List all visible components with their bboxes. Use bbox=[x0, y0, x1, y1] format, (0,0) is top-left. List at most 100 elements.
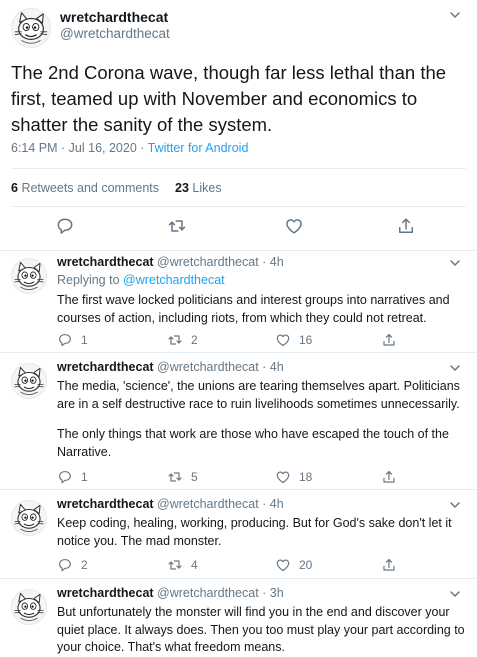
heart-icon bbox=[275, 469, 291, 485]
like-button[interactable]: 16 bbox=[275, 332, 312, 348]
comment-button[interactable]: 2 bbox=[57, 557, 88, 573]
main-tweet: wretchardthecat @wretchardthecat The 2nd… bbox=[0, 0, 477, 251]
chevron-down-icon[interactable] bbox=[449, 257, 461, 269]
chevron-down-icon[interactable] bbox=[449, 588, 461, 600]
retweet-count: 4 bbox=[191, 558, 198, 572]
retweet-button[interactable]: 5 bbox=[167, 469, 198, 485]
reply-header: wretchardthecat @wretchardthecat · 3h bbox=[57, 586, 284, 600]
avatar[interactable] bbox=[11, 258, 47, 294]
reply-actions: 1 2 16 bbox=[57, 332, 477, 348]
chevron-down-icon[interactable] bbox=[449, 9, 461, 21]
retweet-count: 2 bbox=[191, 333, 198, 347]
replying-to-link[interactable]: @wretchardthecat bbox=[123, 273, 225, 287]
reply-actions: 2 4 20 bbox=[57, 557, 477, 573]
retweet-button[interactable] bbox=[167, 216, 187, 236]
share-icon bbox=[396, 216, 416, 236]
likes-label: Likes bbox=[192, 181, 222, 195]
share-button[interactable] bbox=[381, 557, 397, 573]
retweet-icon bbox=[167, 216, 187, 236]
author-name[interactable]: wretchardthecat bbox=[57, 497, 154, 511]
share-button[interactable] bbox=[381, 469, 397, 485]
like-count: 20 bbox=[299, 558, 313, 572]
author-handle[interactable]: @wretchardthecat bbox=[60, 26, 170, 41]
reply-paragraph: The media, 'science', the unions are tea… bbox=[57, 379, 460, 411]
author-name[interactable]: wretchardthecat bbox=[57, 360, 154, 374]
reply-tweet[interactable]: wretchardthecat @wretchardthecat · 4h Ke… bbox=[0, 494, 477, 579]
heart-icon bbox=[284, 216, 304, 236]
reply-paragraph: Keep coding, healing, working, producing… bbox=[57, 516, 452, 548]
replying-to-label: Replying to bbox=[57, 273, 124, 287]
heart-icon bbox=[275, 332, 291, 348]
avatar[interactable] bbox=[11, 589, 47, 625]
tweet-source-link[interactable]: Twitter for Android bbox=[148, 141, 249, 155]
reply-tweet[interactable]: wretchardthecat @wretchardthecat · 3h Bu… bbox=[0, 583, 477, 655]
share-icon bbox=[381, 332, 397, 348]
reply-tweet[interactable]: wretchardthecat @wretchardthecat · 4h Re… bbox=[0, 252, 477, 353]
reply-header: wretchardthecat @wretchardthecat · 4h bbox=[57, 360, 284, 374]
comment-icon bbox=[57, 557, 73, 573]
retweets-label: Retweets and comments bbox=[21, 181, 159, 195]
comment-button[interactable]: 1 bbox=[57, 332, 88, 348]
retweet-button[interactable]: 4 bbox=[167, 557, 198, 573]
tweet-text: The 2nd Corona wave, though far less let… bbox=[11, 62, 447, 135]
reply-paragraph: The first wave locked politicians and in… bbox=[57, 293, 450, 325]
author-handle-time[interactable]: @wretchardthecat · 4h bbox=[157, 360, 284, 374]
comment-button[interactable] bbox=[55, 216, 75, 236]
comment-icon bbox=[57, 469, 73, 485]
divider bbox=[11, 168, 466, 169]
retweets-count: 6 bbox=[11, 181, 18, 195]
reply-header: wretchardthecat @wretchardthecat · 4h bbox=[57, 497, 284, 511]
cat-avatar-image bbox=[12, 363, 46, 399]
like-count: 18 bbox=[299, 470, 313, 484]
divider bbox=[11, 206, 466, 207]
share-button[interactable] bbox=[396, 216, 416, 236]
avatar[interactable] bbox=[11, 500, 47, 536]
retweet-icon bbox=[167, 557, 183, 573]
reply-header: wretchardthecat @wretchardthecat · 4h bbox=[57, 255, 284, 269]
author-handle-time[interactable]: @wretchardthecat · 4h bbox=[157, 255, 284, 269]
avatar[interactable] bbox=[11, 8, 51, 48]
reply-text: The media, 'science', the unions are tea… bbox=[57, 378, 467, 461]
retweet-count: 5 bbox=[191, 470, 198, 484]
author-name[interactable]: wretchardthecat bbox=[60, 9, 168, 25]
reply-text: The first wave locked politicians and in… bbox=[57, 292, 467, 327]
comment-count: 1 bbox=[81, 333, 88, 347]
reply-text: Keep coding, healing, working, producing… bbox=[57, 515, 467, 550]
reply-tweet[interactable]: wretchardthecat @wretchardthecat · 4h Th… bbox=[0, 357, 477, 490]
author-handle-time[interactable]: @wretchardthecat · 4h bbox=[157, 497, 284, 511]
tweet-meta: 6:14 PM · Jul 16, 2020 · Twitter for And… bbox=[11, 141, 248, 155]
tweet-timestamp[interactable]: 6:14 PM · Jul 16, 2020 · bbox=[11, 141, 148, 155]
likes-stat[interactable]: 23 Likes bbox=[175, 181, 222, 195]
like-button[interactable] bbox=[284, 216, 304, 236]
share-button[interactable] bbox=[381, 332, 397, 348]
tweet-actions bbox=[0, 216, 477, 240]
retweets-stat[interactable]: 6 Retweets and comments bbox=[11, 181, 159, 195]
like-button[interactable]: 20 bbox=[275, 557, 312, 573]
replying-to: Replying to @wretchardthecat bbox=[57, 273, 225, 287]
tweet-stats: 6 Retweets and comments 23 Likes bbox=[11, 181, 222, 195]
cat-avatar-image bbox=[12, 589, 46, 625]
comment-icon bbox=[57, 332, 73, 348]
cat-avatar-image bbox=[12, 8, 50, 48]
comment-icon bbox=[55, 216, 75, 236]
chevron-down-icon[interactable] bbox=[449, 499, 461, 511]
retweet-icon bbox=[167, 332, 183, 348]
reply-paragraph: The only things that work are those who … bbox=[57, 427, 449, 459]
likes-count: 23 bbox=[175, 181, 189, 195]
heart-icon bbox=[275, 557, 291, 573]
cat-avatar-image bbox=[12, 258, 46, 294]
author-name[interactable]: wretchardthecat bbox=[57, 586, 154, 600]
comment-count: 1 bbox=[81, 470, 88, 484]
reply-paragraph: But unfortunately the monster will find … bbox=[57, 605, 465, 654]
author-handle-time[interactable]: @wretchardthecat · 3h bbox=[157, 586, 284, 600]
retweet-button[interactable]: 2 bbox=[167, 332, 198, 348]
comment-count: 2 bbox=[81, 558, 88, 572]
comment-button[interactable]: 1 bbox=[57, 469, 88, 485]
avatar[interactable] bbox=[11, 363, 47, 399]
share-icon bbox=[381, 469, 397, 485]
chevron-down-icon[interactable] bbox=[449, 362, 461, 374]
like-count: 16 bbox=[299, 333, 313, 347]
author-name[interactable]: wretchardthecat bbox=[57, 255, 154, 269]
cat-avatar-image bbox=[12, 500, 46, 536]
like-button[interactable]: 18 bbox=[275, 469, 312, 485]
